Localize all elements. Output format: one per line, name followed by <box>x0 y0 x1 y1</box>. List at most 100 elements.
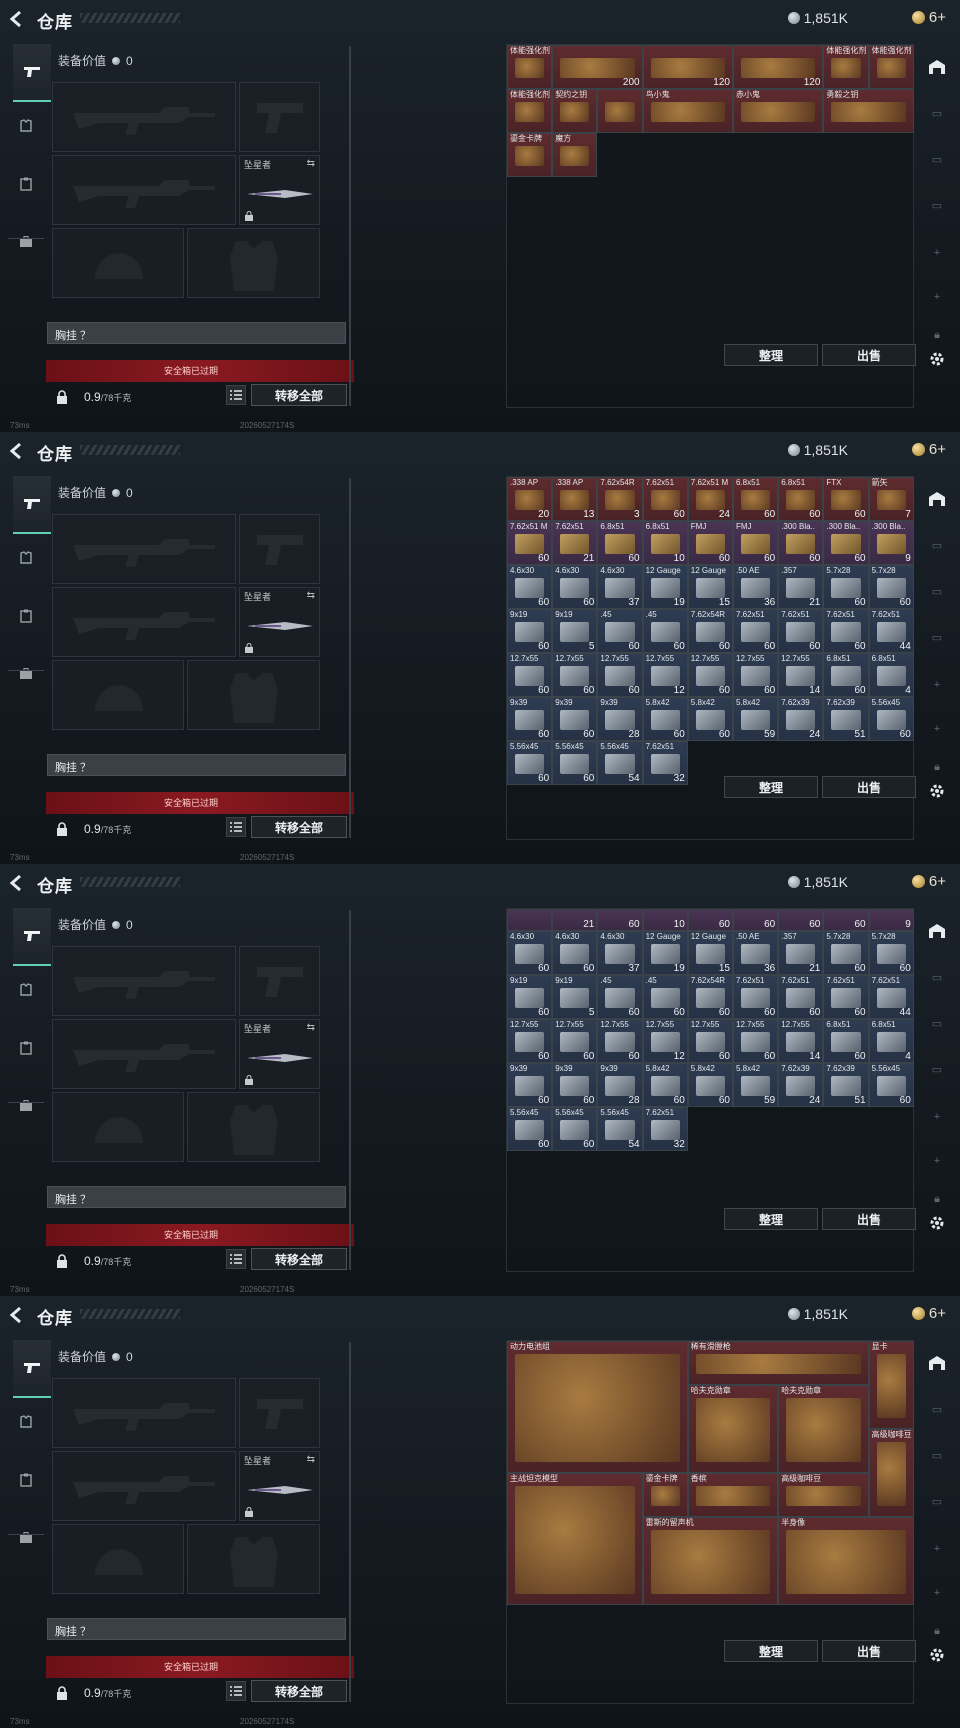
storage-item[interactable]: 4.6x30 37 <box>597 931 643 975</box>
nav-storage-3[interactable]: ▭ <box>922 1010 952 1036</box>
helmet-slot[interactable] <box>52 1524 184 1594</box>
back-arrow-icon[interactable] <box>8 442 26 460</box>
storage-item[interactable]: 7.62x51 60 <box>823 975 869 1019</box>
swap-icon[interactable]: ⇆ <box>307 1454 315 1465</box>
back-arrow-icon[interactable] <box>8 10 26 28</box>
transfer-all-button[interactable]: 转移全部 <box>251 816 347 838</box>
equipment-scrollbar[interactable] <box>349 910 351 1270</box>
nav-settings[interactable] <box>922 346 952 372</box>
storage-item[interactable]: 赤小鬼 <box>733 89 824 133</box>
storage-item[interactable]: .45 60 <box>642 609 688 653</box>
melee-slot[interactable]: 坠星者 ⇆ <box>239 1019 320 1089</box>
storage-item[interactable]: 60 <box>823 909 869 931</box>
swap-icon[interactable]: ⇆ <box>307 1022 315 1033</box>
pistol-slot[interactable] <box>239 514 320 584</box>
storage-item[interactable]: 6.8x51 4 <box>868 1019 914 1063</box>
storage-item[interactable]: .300 Bla.. 60 <box>823 521 869 565</box>
primary-weapon-slot[interactable] <box>52 946 236 1016</box>
pistol-slot[interactable] <box>239 82 320 152</box>
storage-item[interactable]: 9x19 60 <box>507 975 553 1019</box>
back-arrow-icon[interactable] <box>8 874 26 892</box>
storage-item[interactable]: 7.62x51 M 60 <box>507 521 553 565</box>
storage-item[interactable]: .50 AE 36 <box>733 565 779 609</box>
storage-item[interactable]: 9x39 60 <box>507 697 553 741</box>
storage-item[interactable]: 体能强化剂 <box>507 89 553 133</box>
storage-item[interactable]: 12.7x55 14 <box>778 1019 824 1063</box>
nav-storage-main[interactable] <box>922 918 952 944</box>
storage-item[interactable]: 7.62x51 32 <box>642 741 688 785</box>
sort-button[interactable]: 整理 <box>724 776 818 798</box>
sort-button[interactable]: 整理 <box>724 344 818 366</box>
storage-item[interactable]: 5.56x45 60 <box>552 1107 598 1151</box>
storage-item[interactable]: 高级咖啡豆 <box>868 1429 914 1517</box>
storage-item[interactable]: 12.7x55 60 <box>733 1019 779 1063</box>
storage-item[interactable]: 5.56x45 54 <box>597 1107 643 1151</box>
storage-item[interactable]: 7.62x39 51 <box>823 1063 869 1107</box>
melee-slot[interactable]: 坠星者 ⇆ <box>239 155 320 225</box>
storage-item[interactable]: 5.56x45 60 <box>868 1063 914 1107</box>
storage-item[interactable]: 5.56x45 60 <box>507 1107 553 1151</box>
nav-settings[interactable] <box>922 778 952 804</box>
level-display[interactable]: 6+ <box>911 1305 946 1322</box>
armor-slot[interactable] <box>187 660 320 730</box>
storage-item[interactable]: 4.6x30 60 <box>507 931 553 975</box>
chest-rig-slot[interactable]: 胸挂 ？ <box>47 1618 346 1640</box>
storage-item[interactable]: 7.62x51 44 <box>868 975 914 1019</box>
pistol-slot[interactable] <box>239 946 320 1016</box>
storage-item[interactable]: .45 60 <box>597 975 643 1019</box>
storage-item[interactable]: 60 <box>778 909 824 931</box>
storage-item[interactable]: 12.7x55 60 <box>597 653 643 697</box>
primary-weapon-slot[interactable] <box>52 82 236 152</box>
nav-storage-4[interactable]: ▭ <box>922 1488 952 1514</box>
storage-item[interactable]: 体能强化剂 <box>868 45 914 89</box>
storage-item[interactable] <box>507 909 553 931</box>
storage-item[interactable]: .300 Bla.. 60 <box>778 521 824 565</box>
storage-item[interactable]: 12 Gauge 19 <box>642 931 688 975</box>
sell-button[interactable]: 出售 <box>822 776 916 798</box>
storage-item[interactable]: 12.7x55 60 <box>552 653 598 697</box>
storage-item[interactable]: 7.62x54R 3 <box>597 477 643 521</box>
storage-item[interactable]: 6.8x51 60 <box>733 477 779 521</box>
safe-box-expired-banner[interactable]: 安全箱已过期 <box>46 360 354 382</box>
secondary-weapon-slot[interactable] <box>52 1019 236 1089</box>
nav-backpack[interactable] <box>12 170 40 198</box>
storage-item[interactable]: 勇毅之钥 <box>823 89 914 133</box>
storage-item[interactable]: 6.8x51 60 <box>597 521 643 565</box>
storage-item[interactable]: 12.7x55 60 <box>687 653 733 697</box>
equipment-scrollbar[interactable] <box>349 1342 351 1702</box>
storage-item[interactable]: 哈夫克勋章 <box>687 1385 779 1473</box>
storage-item[interactable]: 7.62x54R 60 <box>687 975 733 1019</box>
storage-item[interactable]: 12.7x55 60 <box>733 653 779 697</box>
storage-item[interactable]: .357 21 <box>778 565 824 609</box>
storage-item[interactable]: 5.8x42 60 <box>687 1063 733 1107</box>
sort-button[interactable]: 整理 <box>724 1640 818 1662</box>
storage-item[interactable]: 4.6x30 60 <box>552 931 598 975</box>
storage-item[interactable]: 7.62x51 60 <box>733 975 779 1019</box>
nav-case[interactable] <box>12 660 40 688</box>
sort-button[interactable]: 整理 <box>724 1208 818 1230</box>
storage-item[interactable]: 9 <box>868 909 914 931</box>
storage-item[interactable]: 4.6x30 60 <box>552 565 598 609</box>
storage-item[interactable]: 120 <box>642 45 733 89</box>
storage-item[interactable] <box>597 89 643 133</box>
storage-item[interactable]: 7.62x39 24 <box>778 1063 824 1107</box>
storage-item[interactable]: .45 60 <box>642 975 688 1019</box>
storage-item[interactable]: 7.62x54R 60 <box>687 609 733 653</box>
transfer-all-button[interactable]: 转移全部 <box>251 384 347 406</box>
storage-item[interactable]: 6.8x51 60 <box>823 1019 869 1063</box>
nav-add-tab[interactable]: + <box>922 1536 952 1562</box>
storage-item[interactable]: 12.7x55 14 <box>778 653 824 697</box>
storage-item[interactable]: 6.8x51 60 <box>778 477 824 521</box>
nav-storage-2[interactable]: ▭ <box>922 964 952 990</box>
storage-item[interactable]: 7.62x39 24 <box>778 697 824 741</box>
swap-icon[interactable]: ⇆ <box>307 590 315 601</box>
storage-item[interactable]: 5.56x45 54 <box>597 741 643 785</box>
nav-case[interactable] <box>12 1092 40 1120</box>
storage-item[interactable]: 4.6x30 37 <box>597 565 643 609</box>
nav-add-tab[interactable]: + <box>922 240 952 266</box>
nav-add-tab-2[interactable]: + <box>922 716 952 742</box>
storage-item[interactable]: 5.7x28 60 <box>868 931 914 975</box>
list-view-button[interactable] <box>226 385 246 405</box>
nav-storage-3[interactable]: ▭ <box>922 578 952 604</box>
storage-item[interactable]: FMJ 60 <box>687 521 733 565</box>
